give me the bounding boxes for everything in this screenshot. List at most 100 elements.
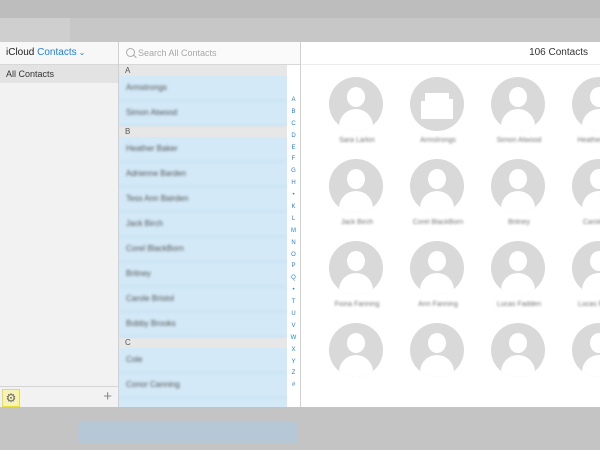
contact-card-name: Lucas Fadden [577, 301, 600, 308]
contact-card[interactable]: Britney [479, 147, 559, 227]
contact-list-item[interactable]: Armstrongs [119, 76, 287, 101]
contact-card[interactable] [479, 311, 559, 391]
contact-card[interactable] [560, 311, 600, 391]
background-bar [70, 18, 600, 42]
index-letter[interactable]: V [287, 321, 300, 333]
person-avatar-icon [572, 241, 600, 295]
index-letter[interactable]: W [287, 333, 300, 345]
contact-card-grid: Sara Larkin Armstrongs Simon Atwood Heather… [301, 65, 600, 407]
index-letter[interactable]: • [287, 285, 300, 297]
index-letter[interactable]: Q [287, 273, 300, 285]
contact-list-item[interactable]: Bobby Brooks [119, 312, 287, 337]
contact-list-item[interactable]: Carole Bristol [119, 287, 287, 312]
person-avatar-icon [410, 241, 464, 295]
index-letter[interactable]: G [287, 166, 300, 178]
person-avatar-icon [572, 159, 600, 213]
index-letter[interactable]: Z [287, 368, 300, 380]
index-letter[interactable]: O [287, 250, 300, 262]
chevron-down-icon[interactable]: ⌄ [79, 48, 86, 57]
search-bar [119, 42, 300, 65]
contact-list-item[interactable]: Britney [119, 262, 287, 287]
contacts-list-column: AArmstrongsSimon AtwoodBHeather BakerAdr… [119, 42, 301, 407]
add-contact-button[interactable]: + [103, 387, 112, 407]
contact-card[interactable]: Lucas Fadden [479, 229, 559, 309]
person-avatar-icon [572, 77, 600, 131]
contacts-menu[interactable]: Contacts [37, 47, 76, 58]
app-name: iCloud [6, 47, 35, 58]
contact-card-name: Fiona Fanning [334, 301, 380, 308]
index-letter[interactable]: T [287, 297, 300, 309]
contact-card-name: Simon Atwood [496, 137, 542, 144]
contact-card-name: Sara Larkin [339, 137, 375, 144]
person-avatar-icon [329, 323, 383, 377]
contacts-count: 106 Contacts [301, 42, 600, 65]
index-letter[interactable]: X [287, 345, 300, 357]
index-letter[interactable]: U [287, 309, 300, 321]
contact-card[interactable]: Simon Atwood [479, 65, 559, 145]
search-input[interactable] [138, 45, 293, 60]
contact-card[interactable]: Jack Birch [317, 147, 397, 227]
contact-card[interactable]: Corel BlackBorn [398, 147, 478, 227]
contacts-list[interactable]: A Armstrongs Simon Atwood B Heather Baker Adr… [119, 65, 287, 407]
company-avatar-icon [410, 77, 464, 131]
contact-list-item[interactable]: Jack Birch [119, 212, 287, 237]
index-letter[interactable]: A [287, 95, 300, 107]
contact-list-item[interactable]: Tess Ann Bairden [119, 187, 287, 212]
index-letter[interactable]: C [287, 119, 300, 131]
index-letter[interactable]: E [287, 143, 300, 155]
index-letter[interactable]: H [287, 178, 300, 190]
index-letter[interactable]: Y [287, 357, 300, 369]
contact-card[interactable]: Ann Fanning [398, 229, 478, 309]
settings-button[interactable]: ⚙ [2, 389, 20, 407]
index-letter[interactable]: # [287, 380, 300, 392]
person-avatar-icon [329, 77, 383, 131]
contact-card[interactable] [317, 311, 397, 391]
index-letter[interactable]: M [287, 226, 300, 238]
contact-list-item[interactable]: Heather Baker [119, 137, 287, 162]
person-avatar-icon [491, 323, 545, 377]
sidebar-item-all-contacts[interactable]: All Contacts [0, 65, 118, 83]
person-avatar-icon [491, 159, 545, 213]
contact-list-item[interactable]: Simon Atwood [119, 101, 287, 126]
index-letter[interactable]: D [287, 131, 300, 143]
index-letter[interactable]: • [287, 190, 300, 202]
sidebar: iCloud Contacts ⌄ All Contacts ⚙ + [0, 42, 119, 407]
gear-icon: ⚙ [5, 391, 17, 405]
contact-card[interactable]: Armstrongs [398, 65, 478, 145]
alphabet-index[interactable]: A B C D E F G H • K L M N O P Q • T U V W X Y Z # [287, 65, 300, 407]
contact-list-item[interactable]: Corel BlackBorn [119, 237, 287, 262]
contact-card[interactable]: Sara Larkin [317, 65, 397, 145]
background-page-top [0, 0, 600, 42]
contact-card[interactable]: Carole Brill [560, 147, 600, 227]
contact-card-name: Britney [508, 219, 530, 226]
contact-card-name: Heather Baker [577, 137, 600, 144]
contact-card-name: Carole Brill [582, 219, 600, 226]
index-letter[interactable]: K [287, 202, 300, 214]
index-letter[interactable]: L [287, 214, 300, 226]
person-avatar-icon [329, 159, 383, 213]
contact-card[interactable]: Heather Baker [560, 65, 600, 145]
person-avatar-icon [491, 77, 545, 131]
contact-card-name: Corel BlackBorn [412, 219, 464, 226]
contact-card-name: Ann Fanning [418, 301, 458, 308]
index-letter[interactable]: N [287, 238, 300, 250]
contact-card[interactable] [398, 311, 478, 391]
sidebar-header[interactable]: iCloud Contacts ⌄ [0, 42, 118, 65]
section-header: B [119, 126, 287, 137]
contact-card[interactable]: Fiona Fanning [317, 229, 397, 309]
search-icon [126, 48, 135, 57]
index-letter[interactable]: P [287, 261, 300, 273]
index-letter[interactable]: F [287, 154, 300, 166]
person-avatar-icon [410, 159, 464, 213]
background-bar [0, 0, 600, 18]
background-page-bottom [0, 407, 600, 450]
index-letter[interactable]: B [287, 107, 300, 119]
person-avatar-icon [572, 323, 600, 377]
contacts-window: iCloud Contacts⌄ All Contacts ⚙ + AArmst… [0, 42, 600, 407]
contact-list-item[interactable]: Adrienne Barden [119, 162, 287, 187]
contact-card[interactable]: Lucas Fadden [560, 229, 600, 309]
person-avatar-icon [491, 241, 545, 295]
contact-list-item[interactable]: Cole [119, 348, 287, 373]
contact-list-item[interactable]: Conor Canning [119, 373, 287, 398]
section-header: A [119, 65, 287, 76]
